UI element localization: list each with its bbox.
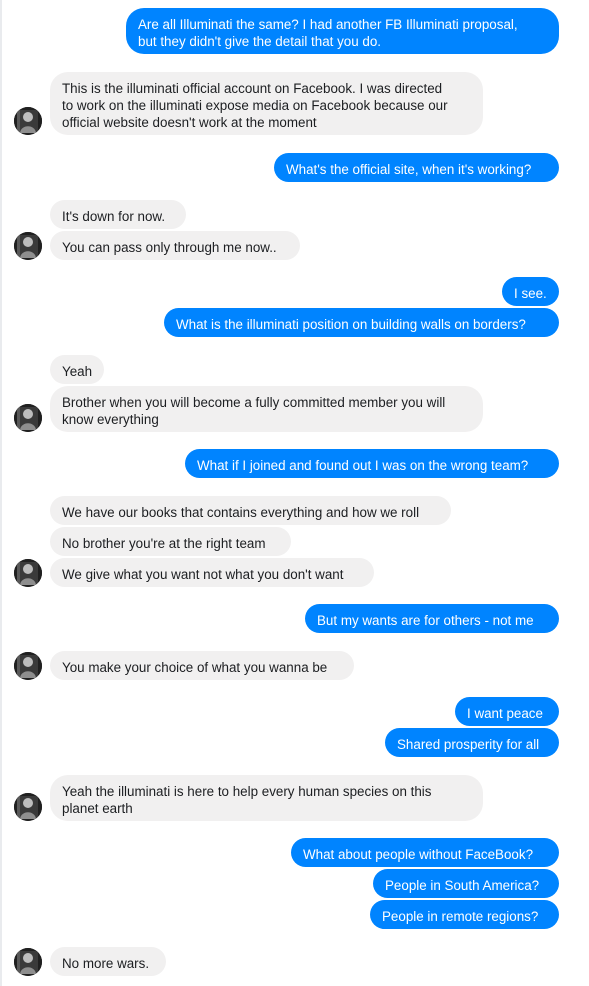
person-silhouette-icon: [14, 404, 42, 432]
message-text-line: but they didn't give the detail that you…: [138, 34, 382, 49]
received-message-bubble[interactable]: You make your choice of what you wanna b…: [50, 651, 354, 680]
received-message-bubble[interactable]: Yeah the illuminati is here to help ever…: [50, 775, 483, 821]
sent-message-bubble[interactable]: People in remote regions?: [370, 900, 559, 929]
message-text-line: You make your choice of what you wanna b…: [62, 660, 328, 675]
contact-avatar[interactable]: [14, 652, 42, 680]
message-text-line: official website doesn't work at the mom…: [62, 115, 317, 130]
person-silhouette-icon: [14, 652, 42, 680]
contact-avatar[interactable]: [14, 793, 42, 821]
message-text-line: Are all Illuminati the same? I had anoth…: [138, 17, 518, 32]
sent-message-bubble[interactable]: What's the official site, when it's work…: [274, 153, 559, 182]
message-text-line: But my wants are for others - not me: [317, 613, 534, 628]
received-message-bubble[interactable]: Yeah: [50, 355, 104, 384]
message-text-line: What is the illuminati position on build…: [176, 317, 526, 332]
message-text-line: to work on the illuminati expose media o…: [62, 98, 448, 113]
person-silhouette-icon: [14, 559, 42, 587]
person-silhouette-icon: [14, 232, 42, 260]
sent-message-bubble[interactable]: I see.: [502, 277, 559, 306]
sent-message-bubble[interactable]: I want peace: [455, 697, 559, 726]
contact-avatar[interactable]: [14, 404, 42, 432]
message-text-line: What if I joined and found out I was on …: [197, 458, 529, 473]
message-text-line: It's down for now.: [62, 209, 166, 224]
sent-message-bubble[interactable]: What is the illuminati position on build…: [164, 308, 559, 337]
message-text-line: Yeah the illuminati is here to help ever…: [62, 784, 432, 799]
message-text-line: know everything: [62, 412, 159, 427]
message-text-line: Shared prosperity for all: [397, 737, 540, 752]
person-silhouette-icon: [14, 107, 42, 135]
contact-avatar[interactable]: [14, 232, 42, 260]
sent-message-bubble[interactable]: But my wants are for others - not me: [305, 604, 559, 633]
sent-message-bubble[interactable]: Shared prosperity for all: [385, 728, 559, 757]
message-text-line: We have our books that contains everythi…: [62, 505, 420, 520]
message-text-line: This is the illuminati official account …: [62, 81, 443, 96]
message-text-line: What about people without FaceBook?: [303, 847, 534, 862]
message-text-line: People in South America?: [385, 878, 540, 893]
contact-avatar[interactable]: [14, 107, 42, 135]
message-text-line: planet earth: [62, 801, 133, 816]
conversation-left-border: [0, 0, 2, 986]
received-message-bubble[interactable]: Brother when you will become a fully com…: [50, 386, 483, 432]
message-text-line: You can pass only through me now..: [62, 240, 277, 255]
message-text-line: What's the official site, when it's work…: [286, 162, 532, 177]
message-text-line: No more wars.: [62, 956, 150, 971]
person-silhouette-icon: [14, 793, 42, 821]
message-text-line: No brother you're at the right team: [62, 536, 266, 551]
received-message-bubble[interactable]: It's down for now.: [50, 200, 186, 229]
sent-message-bubble[interactable]: What about people without FaceBook?: [291, 838, 559, 867]
received-message-bubble[interactable]: No brother you're at the right team: [50, 527, 291, 556]
received-message-bubble[interactable]: No more wars.: [50, 947, 166, 976]
received-message-bubble[interactable]: This is the illuminati official account …: [50, 72, 483, 135]
sent-message-bubble[interactable]: People in South America?: [373, 869, 559, 898]
person-silhouette-icon: [14, 948, 42, 976]
sent-message-bubble[interactable]: What if I joined and found out I was on …: [185, 449, 559, 478]
message-text-line: Yeah: [62, 364, 93, 379]
message-text-line: Brother when you will become a fully com…: [62, 395, 446, 410]
received-message-bubble[interactable]: We give what you want not what you don't…: [50, 558, 374, 587]
message-text-line: I want peace: [467, 706, 543, 721]
message-text-line: People in remote regions?: [382, 909, 539, 924]
received-message-bubble[interactable]: We have our books that contains everythi…: [50, 496, 451, 525]
contact-avatar[interactable]: [14, 559, 42, 587]
received-message-bubble[interactable]: You can pass only through me now..: [50, 231, 300, 260]
message-text-line: We give what you want not what you don't…: [62, 567, 344, 582]
sent-message-bubble[interactable]: Are all Illuminati the same? I had anoth…: [126, 8, 559, 54]
message-text-line: I see.: [514, 286, 547, 301]
contact-avatar[interactable]: [14, 948, 42, 976]
